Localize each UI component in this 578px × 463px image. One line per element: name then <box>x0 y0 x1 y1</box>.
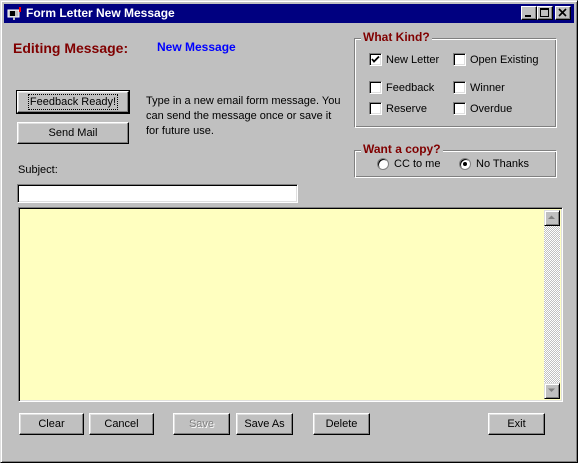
message-body-textarea[interactable] <box>18 207 563 402</box>
save-button[interactable]: Save <box>173 413 230 435</box>
exit-button[interactable]: Exit <box>488 413 545 435</box>
checkbox-label: Overdue <box>470 102 513 115</box>
subject-input[interactable] <box>17 184 298 203</box>
checkbox-label: Winner <box>470 81 505 94</box>
checkbox-label: New Letter <box>386 53 440 66</box>
checkbox-label: Reserve <box>386 102 427 115</box>
radio-label: No Thanks <box>476 158 529 170</box>
delete-button[interactable]: Delete <box>313 413 370 435</box>
save-label: Save <box>188 418 215 430</box>
form-letter-window: Form Letter New Message Editing Message:… <box>0 0 578 463</box>
arrow-down-icon <box>548 388 555 392</box>
radio-label: CC to me <box>394 158 441 170</box>
send-mail-button[interactable]: Send Mail <box>17 122 129 144</box>
checkbox-open-existing[interactable]: Open Existing <box>453 53 538 66</box>
checkbox-box[interactable] <box>369 53 382 66</box>
feedback-ready-label: Feedback Ready! <box>27 94 119 110</box>
checkbox-box[interactable] <box>369 81 382 94</box>
clear-label: Clear <box>38 418 65 430</box>
checkbox-box[interactable] <box>453 102 466 115</box>
checkbox-box[interactable] <box>369 102 382 115</box>
cancel-label: Cancel <box>104 418 139 430</box>
scroll-down-button[interactable] <box>544 383 560 399</box>
help-text: Type in a new email form message. You ca… <box>146 95 341 137</box>
checkbox-winner[interactable]: Winner <box>453 81 505 94</box>
minimize-button[interactable] <box>521 6 537 20</box>
close-button[interactable] <box>555 6 571 20</box>
arrow-up-icon <box>548 215 555 219</box>
checkbox-box[interactable] <box>453 53 466 66</box>
what-kind-title: What Kind? <box>361 30 432 44</box>
radio-cc-to-me[interactable]: CC to me <box>377 158 440 170</box>
cancel-button[interactable]: Cancel <box>89 413 154 435</box>
vertical-scrollbar[interactable] <box>544 210 560 399</box>
checkbox-feedback[interactable]: Feedback <box>369 81 434 94</box>
want-copy-title: Want a copy? <box>361 142 443 156</box>
radio-button[interactable] <box>459 158 471 170</box>
checkbox-label: Open Existing <box>470 53 539 66</box>
clear-button[interactable]: Clear <box>19 413 84 435</box>
mailbox-icon <box>7 6 23 20</box>
maximize-button[interactable] <box>537 6 553 20</box>
checkbox-reserve[interactable]: Reserve <box>369 102 427 115</box>
checkbox-overdue[interactable]: Overdue <box>453 102 512 115</box>
radio-button[interactable] <box>377 158 389 170</box>
checkbox-label: Feedback <box>386 81 435 94</box>
send-mail-label: Send Mail <box>48 127 98 139</box>
scroll-up-button[interactable] <box>544 210 560 226</box>
exit-label: Exit <box>507 418 526 430</box>
radio-selected-dot <box>463 162 467 166</box>
checkbox-box[interactable] <box>453 81 466 94</box>
title-bar[interactable]: Form Letter New Message <box>4 4 574 23</box>
editing-message-label: Editing Message: <box>13 40 129 56</box>
window-title: Form Letter New Message <box>26 6 175 20</box>
delete-label: Delete <box>325 418 358 430</box>
radio-no-thanks[interactable]: No Thanks <box>459 158 529 170</box>
message-name: New Message <box>157 40 236 54</box>
save-as-button[interactable]: Save As <box>236 413 293 435</box>
checkbox-new-letter[interactable]: New Letter <box>369 53 439 66</box>
save-as-label: Save As <box>244 418 285 430</box>
subject-label: Subject: <box>18 164 58 176</box>
feedback-ready-button[interactable]: Feedback Ready! <box>16 90 130 114</box>
